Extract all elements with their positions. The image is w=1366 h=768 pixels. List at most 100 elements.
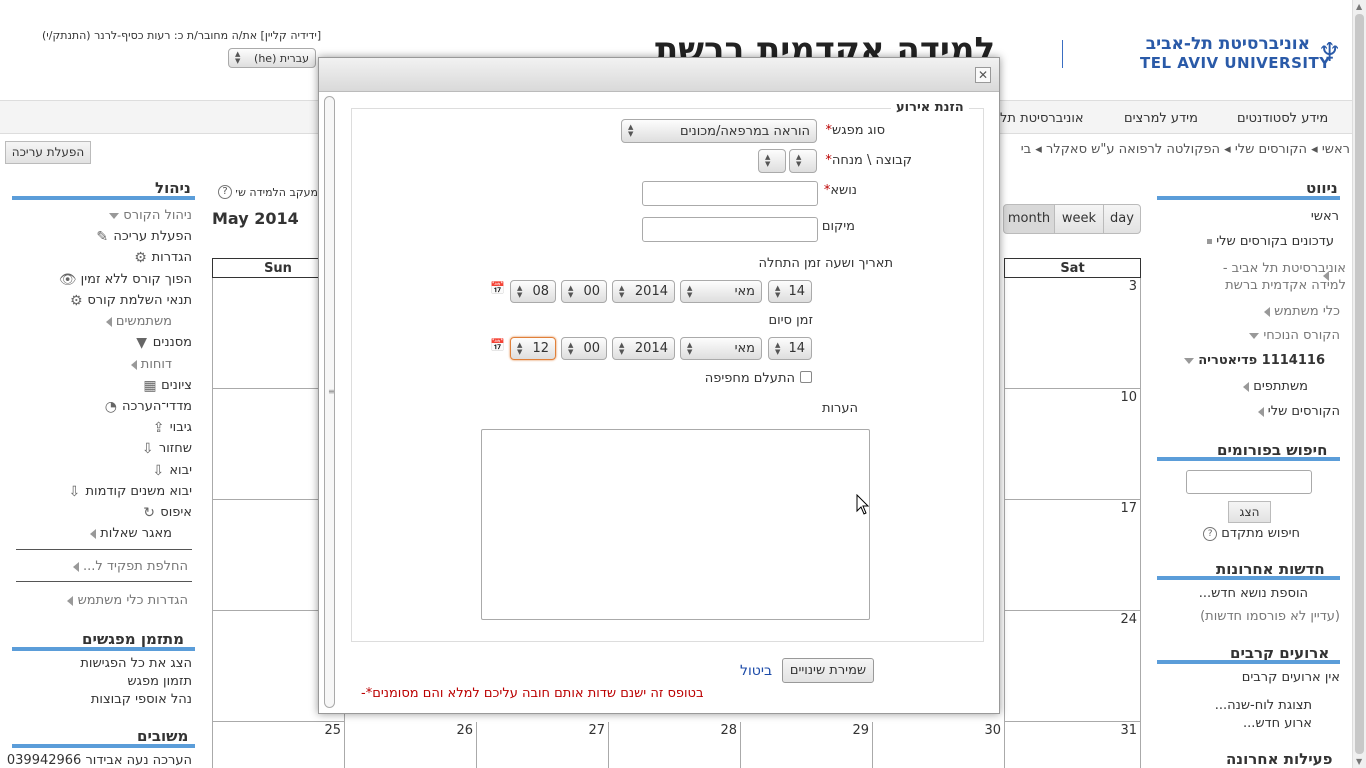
help-text: מעקב הלמידה שלך: [236, 186, 318, 199]
location-input[interactable]: [642, 217, 818, 242]
advanced-search[interactable]: חיפוש מתקדם ?: [1203, 526, 1300, 541]
start-minute-select[interactable]: 00 ▲ ▼: [561, 280, 607, 303]
view-week-button[interactable]: week: [1054, 204, 1104, 234]
day-cell[interactable]: 27: [476, 722, 609, 768]
day-cell[interactable]: 29: [740, 722, 873, 768]
help-icon[interactable]: ?: [218, 185, 232, 199]
day-cell[interactable]: 28: [608, 722, 741, 768]
view-day-button[interactable]: day: [1103, 204, 1141, 234]
breadcrumb-home[interactable]: ראשי: [1322, 142, 1350, 157]
left-completion[interactable]: תנאי השלמת קורס ⚙: [69, 293, 192, 308]
filter-icon: ▼: [136, 334, 148, 351]
calendar-icon[interactable]: 📅: [490, 282, 505, 295]
left-users[interactable]: משתמשים: [105, 314, 172, 329]
forum-search-button[interactable]: הצג: [1228, 501, 1271, 523]
left-settings[interactable]: הגדרות ⚙: [133, 250, 192, 265]
start-hour-select[interactable]: 08 ▲ ▼: [510, 280, 556, 303]
dialog-scrollbar[interactable]: ≡: [324, 96, 335, 708]
day-cell[interactable]: 30: [872, 722, 1005, 768]
close-icon[interactable]: ✕: [975, 67, 991, 83]
breadcrumb-course[interactable]: בי: [1021, 142, 1031, 157]
left-switch-role[interactable]: החלפת תפקיד ל...: [72, 559, 188, 574]
left-import[interactable]: יבוא ⇩: [151, 463, 192, 478]
nav-participants[interactable]: משתתפים: [1243, 379, 1308, 394]
language-select[interactable]: עברית (he) ▲ ▼: [228, 48, 316, 68]
start-year-select[interactable]: 2014 ▲ ▼: [612, 280, 675, 303]
nav-home[interactable]: ראשי: [1311, 209, 1339, 224]
nav-current-course[interactable]: הקורס הנוכחי: [1249, 328, 1340, 343]
start-day-select[interactable]: 14 ▲ ▼: [768, 280, 812, 303]
news-add-topic[interactable]: הוספת נושא חדש...: [1199, 586, 1308, 601]
nav-user-tools[interactable]: כלי משתמש: [1263, 304, 1340, 319]
calendar-icon[interactable]: 📅: [490, 339, 505, 352]
end-hour-select[interactable]: 12 ▲ ▼: [510, 337, 556, 360]
menu-university[interactable]: אוניברסיטת תל: [1000, 111, 1084, 126]
day-cell[interactable]: 3: [1004, 278, 1141, 389]
left-backup[interactable]: גיבוי ⇪: [152, 420, 192, 435]
page-scrollbar[interactable]: ▲ ▼: [1352, 0, 1366, 768]
notes-textarea[interactable]: [481, 429, 870, 620]
left-grades[interactable]: ציונים ▦: [143, 378, 192, 393]
collapsed-arrow-icon: [1263, 306, 1270, 317]
breadcrumb-mycourses[interactable]: הקורסים שלי: [1235, 142, 1307, 157]
left-filters[interactable]: מסננים ▼: [135, 335, 192, 350]
nav-my-courses[interactable]: הקורסים שלי: [1257, 404, 1340, 419]
fieldset-legend: הזנת אירוע: [891, 100, 969, 115]
group-label: קבוצה \ מנחה*: [825, 153, 912, 168]
scheduler-show-all[interactable]: הצג את כל הפגישות: [80, 656, 192, 671]
ignore-overlap-checkbox[interactable]: [800, 371, 812, 383]
meeting-type-select[interactable]: הוראה במרפאה/מכונים ▲ ▼: [621, 119, 817, 143]
left-reports[interactable]: דוחות: [130, 357, 172, 372]
menu-lecturers[interactable]: מידע למרצים: [1124, 111, 1198, 126]
day-cell[interactable]: 10: [1004, 389, 1141, 500]
tutor-select[interactable]: ▲ ▼: [758, 149, 786, 173]
left-user-settings[interactable]: הגדרות כלי משתמש: [67, 593, 188, 608]
download-icon: ⇩: [152, 462, 165, 479]
save-button[interactable]: שמירת שינויים: [782, 658, 874, 683]
left-edit-mode[interactable]: הפעלת עריכה ✎: [95, 229, 192, 244]
logo-english: TEL AVIV UNIVERSITY: [1140, 54, 1331, 72]
events-new[interactable]: ארוע חדש...: [1243, 716, 1312, 731]
events-calendar-view[interactable]: תצוגת לוח-שנה...: [1215, 698, 1312, 713]
view-month-button[interactable]: month: [1003, 204, 1055, 234]
scheduler-schedule[interactable]: תזמון מפגש: [127, 674, 192, 689]
left-restore[interactable]: שחזור ⇩: [141, 441, 192, 456]
end-year-select[interactable]: 2014 ▲ ▼: [612, 337, 675, 360]
scroll-thumb[interactable]: [1355, 14, 1364, 754]
manage-course[interactable]: ניהול הקורס: [109, 208, 192, 223]
start-month-select[interactable]: מאי ▲ ▼: [680, 280, 762, 303]
menu-students[interactable]: מידע לסטודנטים: [1237, 111, 1328, 126]
cancel-link[interactable]: ביטול: [740, 663, 772, 679]
forum-search-input[interactable]: [1186, 470, 1312, 494]
nav-course-updates[interactable]: עדכונים בקורסים שלי: [1207, 234, 1334, 249]
collapsed-arrow-icon: [90, 528, 97, 539]
end-day-select[interactable]: 14 ▲ ▼: [768, 337, 812, 360]
left-rubrics[interactable]: מדדי־הערכה ◔: [104, 399, 192, 414]
left-reset[interactable]: איפוס ↻: [142, 505, 192, 520]
feedback-item[interactable]: הערכה נעה אבידור 039942966: [7, 753, 192, 768]
scheduler-manage-groups[interactable]: נהל אוספי קבוצות: [91, 692, 192, 707]
day-cell[interactable]: 17: [1004, 500, 1141, 611]
end-minute-select[interactable]: 00 ▲ ▼: [561, 337, 607, 360]
group-select[interactable]: ▲ ▼: [789, 149, 817, 173]
collapsed-arrow-icon: [1257, 406, 1264, 417]
end-month-select[interactable]: מאי ▲ ▼: [680, 337, 762, 360]
university-logo[interactable]: ♆ אוניברסיטת תל-אביב TEL AVIV UNIVERSITY: [1140, 34, 1341, 76]
drag-handle-icon: ≡: [328, 387, 335, 396]
left-hide-course[interactable]: הפוך קורס ללא זמין 👁: [59, 272, 192, 287]
feedback-block-line: [12, 744, 195, 748]
dialog-header[interactable]: ✕: [319, 58, 999, 92]
day-cell[interactable]: 25: [212, 722, 345, 768]
day-cell[interactable]: 31: [1004, 722, 1141, 768]
edit-mode-button[interactable]: הפעלת עריכה: [5, 141, 91, 164]
news-block-line: [1157, 576, 1340, 580]
subject-input[interactable]: [642, 181, 818, 206]
left-question-bank[interactable]: מאגר שאלות: [90, 526, 172, 541]
breadcrumb-faculty[interactable]: הפקולטה לרפואה ע"ש סאקלר: [1046, 142, 1220, 157]
day-cell[interactable]: 24: [1004, 611, 1141, 722]
nav-course-pediatrics[interactable]: 1114116 פדיאטריה: [1183, 353, 1325, 368]
left-import-previous[interactable]: יבוא משנים קודמות ⇩: [67, 484, 193, 499]
day-cell[interactable]: 26: [344, 722, 477, 768]
manage-block-line: [12, 196, 195, 200]
expanded-arrow-icon: [1249, 332, 1260, 339]
